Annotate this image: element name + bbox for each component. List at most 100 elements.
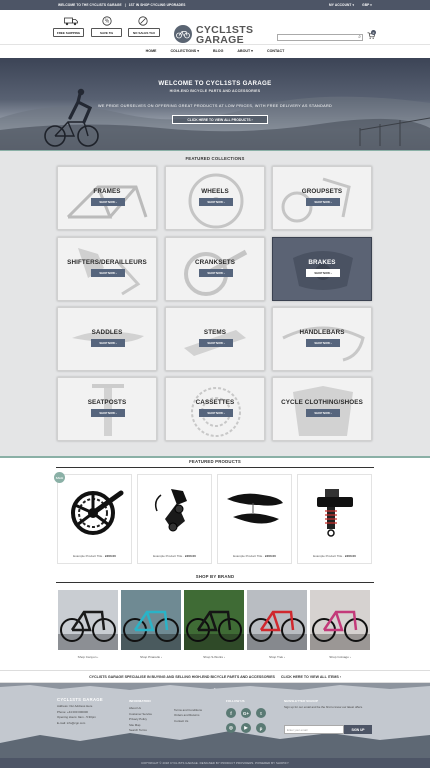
collection-card-frames[interactable]: FRAMES SHOP NOW › [57,166,157,230]
google-plus-icon[interactable]: G+ [241,708,251,718]
svg-text:%: % [105,19,110,25]
derailleur-image [154,489,187,532]
copyright-bar: COPYRIGHT © 2018 CYCLISTS GARAGE. DESIGN… [0,758,430,768]
top-welcome: WELCOME TO THE CYCLISTS GARAGE [58,3,122,7]
collection-card-cycle-clothing-shoes[interactable]: CYCLE CLOTHING/SHOES SHOP NOW › [272,377,372,441]
promo-band: CYCLISTS GARAGE SPECIALISE IN BUYING AND… [0,670,430,683]
shop-by-brand-title: SHOP BY BRAND [195,574,235,579]
shop-now-button[interactable]: SHOP NOW › [306,339,340,347]
shop-now-button[interactable]: SHOP NOW › [199,269,233,277]
hero-subtitle: HIGH-END BICYCLE PARTS AND ACCESSORIES [169,89,261,93]
hero-banner: WELCOME TO CYCL1STS GARAGE HIGH-END BICY… [0,58,430,150]
search-input[interactable]: ⌕ [277,34,363,41]
page: WELCOME TO THE CYCLISTS GARAGE | 1ST IN … [0,0,430,768]
collection-card-handlebars[interactable]: HANDLEBARS SHOP NOW › [272,307,372,371]
collection-title: SEATPOSTS [87,399,127,406]
bicycle-icon [174,25,192,43]
collection-card-stems[interactable]: STEMS SHOP NOW › [165,307,265,371]
promo-link[interactable]: CLICK HERE TO VIEW ALL ITEMS › [281,675,341,679]
logo-wordmark: CYCL1STS GARAGE [196,24,254,46]
my-account-link[interactable]: MY ACCOUNT ▾ [329,3,354,7]
collection-card-shifters-derailleurs[interactable]: SHIFTERS/DERAILLEURS SHOP NOW › [57,237,157,301]
brand-colnago-image[interactable] [310,590,370,650]
collection-card-seatposts[interactable]: SEATPOSTS SHOP NOW › [57,377,157,441]
facebook-icon[interactable]: f [226,708,236,718]
footer-link[interactable]: Contact Us [174,719,202,724]
shock-image [317,489,353,537]
brand-link-canyon[interactable]: Shop Canyon › [58,655,118,659]
footer-link[interactable]: Search Terms [129,728,152,733]
top-sep: | [124,3,126,7]
collection-title: BRAKES [308,259,336,266]
cart-button[interactable]: 0 [367,30,376,41]
saddle-image [227,493,283,524]
youtube-icon[interactable]: ▶ [241,723,251,733]
brand-link-sworks[interactable]: Shop S-Works › [184,655,244,659]
brand-link-colnago[interactable]: Shop Colnago › [310,655,370,659]
shop-now-button[interactable]: SHOP NOW › [199,198,233,206]
collections-divider [0,456,430,458]
currency-selector[interactable]: GBP ▾ [362,3,372,7]
shop-now-button[interactable]: SHOP NOW › [199,409,233,417]
featured-collections-title: FEATURED COLLECTIONS [185,156,245,161]
brand-trek-image[interactable] [247,590,307,650]
brand-link-pinarello[interactable]: Shop Pinarello › [121,655,181,659]
collection-card-wheels[interactable]: WHEELS SHOP NOW › [165,166,265,230]
shop-now-button[interactable]: SHOP NOW › [91,198,125,206]
nav-home[interactable]: HOME [144,49,159,53]
search-icon[interactable]: ⌕ [358,34,361,40]
collection-card-cranksets[interactable]: CRANKSETS SHOP NOW › [165,237,265,301]
nav-blog[interactable]: BLOG [211,49,225,53]
product-card[interactable]: Example Product Title · £000.00 [217,474,292,564]
shop-now-button[interactable]: SHOP NOW › [306,409,340,417]
footer-information: INFORMATION About Us Customer Service Pr… [129,699,152,733]
hero-title: WELCOME TO CYCL1STS GARAGE [158,80,272,87]
shop-now-button[interactable]: SHOP NOW › [91,269,125,277]
shop-now-button[interactable]: SHOP NOW › [91,339,125,347]
brand-pinarello-image[interactable] [121,590,181,650]
shop-now-button[interactable]: SHOP NOW › [199,339,233,347]
shop-now-button[interactable]: SHOP NOW › [306,269,340,277]
collection-card-brakes[interactable]: BRAKES SHOP NOW › [272,237,372,301]
brand-link-trek[interactable]: Shop Trek › [247,655,307,659]
view-all-products-button[interactable]: CLICK HERE TO VIEW ALL PRODUCTS › [172,115,268,124]
instagram-icon[interactable]: ◎ [226,723,236,733]
hero-tagline: WE PRIDE OURSELVES ON OFFERING GREAT PRO… [97,104,333,108]
brand-canyon-image[interactable] [58,590,118,650]
header: FREE SHIPPING % SAVE 5% NO SALES TAX CYC… [0,10,430,46]
nav-contact[interactable]: CONTACT [265,49,286,53]
collection-card-groupsets[interactable]: GROUPSETS SHOP NOW › [272,166,372,230]
pinterest-icon[interactable]: p [256,723,266,733]
collection-card-saddles[interactable]: SADDLES SHOP NOW › [57,307,157,371]
save-badge[interactable]: SAVE 5% [91,28,122,37]
products-title-rule [56,467,374,468]
collection-title: SHIFTERS/DERAILLEURS [67,259,147,266]
collection-title: FRAMES [93,188,121,195]
nav-collections[interactable]: COLLECTIONS ▾ [168,49,201,53]
copyright-text: COPYRIGHT © 2018 CYCLISTS GARAGE. DESIGN… [141,761,289,765]
product-caption: Example Product Title · £000.00 [313,554,356,558]
footer-information-2: Terms and Conditions Orders and Returns … [174,708,202,724]
brand-sworks-image[interactable] [184,590,244,650]
product-caption: Example Product Title · £000.00 [153,554,196,558]
cart-icon [367,32,376,41]
collection-title: CASSETTES [195,399,235,406]
collection-card-cassettes[interactable]: CASSETTES SHOP NOW › [165,377,265,441]
footer-contact: CYCL1STS GARAGE Address: Our Address Her… [57,697,103,725]
promo-text: CYCLISTS GARAGE SPECIALISE IN BUYING AND… [89,674,275,679]
newsletter-signup-button[interactable]: SIGN UP [344,725,372,734]
twitter-icon[interactable]: t [256,708,266,718]
nav-about[interactable]: ABOUT ▾ [235,49,255,53]
product-card[interactable]: Example Product Title · £000.00 [297,474,372,564]
product-card[interactable]: Example Product Title · £000.00 [137,474,212,564]
product-card[interactable]: SALE Example Product Title · £000.00 [54,472,132,564]
shop-now-button[interactable]: SHOP NOW › [306,198,340,206]
shop-now-button[interactable]: SHOP NOW › [91,409,125,417]
collection-title: GROUPSETS [301,188,343,195]
footer: ⌃ CYCL1STS GARAGE Address: Our Address H… [0,683,430,758]
newsletter-email-input[interactable]: Enter your email [284,725,344,734]
chevron-up-icon[interactable]: ⌃ [213,687,216,692]
no-sales-tax-badge[interactable]: NO SALES TAX [128,28,160,37]
featured-products-title: FEATURED PRODUCTS [189,459,241,464]
free-shipping-badge[interactable]: FREE SHIPPING [53,28,84,37]
